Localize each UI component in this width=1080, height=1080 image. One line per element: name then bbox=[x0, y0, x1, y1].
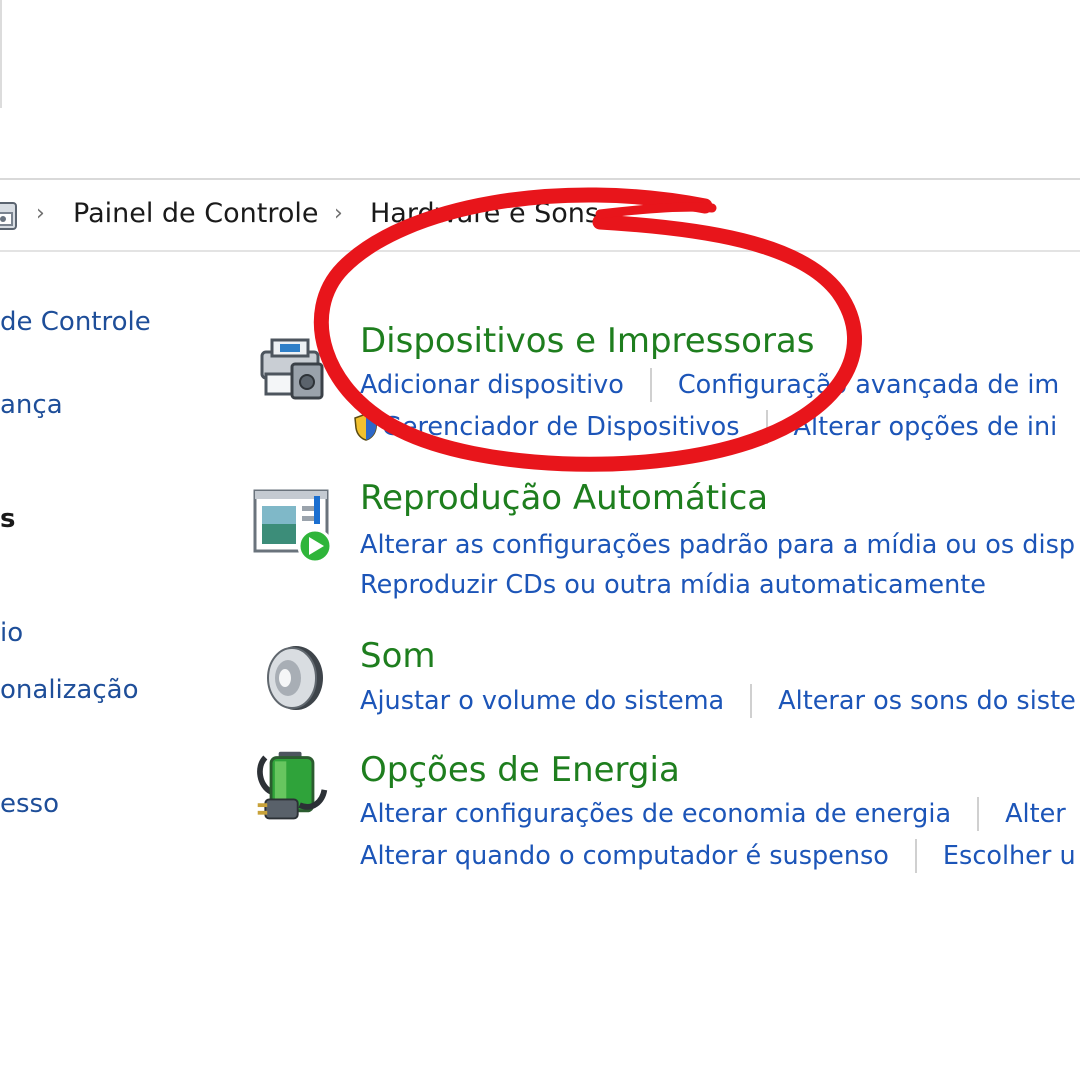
divider bbox=[977, 797, 980, 831]
control-panel-icon bbox=[0, 202, 17, 230]
divider bbox=[750, 684, 753, 718]
address-bar[interactable]: › Painel de Controle › Hardware e Sons › bbox=[0, 178, 1080, 252]
change-startup-options-link[interactable]: Alterar opções de ini bbox=[794, 412, 1058, 442]
task-row: Gerenciador de Dispositivos Alterar opçõe… bbox=[354, 410, 1058, 444]
autoplay-icon[interactable] bbox=[252, 486, 332, 566]
sidebar-item-ease-of-access[interactable]: esso bbox=[0, 789, 59, 819]
task-row: Alterar as configurações padrão para a m… bbox=[360, 529, 1075, 560]
divider bbox=[914, 839, 917, 873]
sidebar-item-control-panel-home[interactable]: de Controle bbox=[0, 307, 151, 337]
window-edge bbox=[0, 0, 2, 108]
sidebar-item-security[interactable]: ança bbox=[0, 390, 63, 420]
change-power-buttons-link[interactable]: Alter bbox=[1005, 799, 1066, 829]
category-title-devices-printers[interactable]: Dispositivos e Impressoras bbox=[360, 321, 814, 361]
play-cds-automatically-link[interactable]: Reproduzir CDs ou outra mídia automatica… bbox=[360, 570, 986, 600]
task-row: Adicionar dispositivo Configuração avança… bbox=[360, 368, 1059, 402]
category-title-autoplay[interactable]: Reprodução Automática bbox=[360, 478, 768, 518]
task-row: Reproduzir CDs ou outra mídia automatica… bbox=[360, 569, 986, 600]
sidebar-item-hardware-sounds[interactable]: s bbox=[0, 504, 15, 534]
breadcrumb-hardware-sounds[interactable]: Hardware e Sons bbox=[370, 198, 599, 229]
change-default-media-settings-link[interactable]: Alterar as configurações padrão para a m… bbox=[360, 530, 1075, 560]
shield-icon bbox=[354, 413, 378, 441]
choose-power-plan-link[interactable]: Escolher u bbox=[943, 841, 1076, 871]
task-row: Alterar quando o computador é suspenso Es… bbox=[360, 839, 1076, 873]
sidebar-item-personalization[interactable]: onalização bbox=[0, 675, 138, 705]
change-sleep-time-link[interactable]: Alterar quando o computador é suspenso bbox=[360, 841, 889, 871]
change-power-saving-settings-link[interactable]: Alterar configurações de economia de ene… bbox=[360, 799, 951, 829]
category-title-power-options[interactable]: Opções de Energia bbox=[360, 750, 680, 790]
breadcrumb-separator-icon: › bbox=[36, 201, 45, 226]
devices-printers-icon[interactable] bbox=[252, 330, 332, 410]
category-title-sound[interactable]: Som bbox=[360, 636, 436, 676]
divider bbox=[765, 410, 768, 444]
change-system-sounds-link[interactable]: Alterar os sons do siste bbox=[778, 686, 1076, 716]
divider bbox=[649, 368, 652, 402]
task-row: Alterar configurações de economia de ene… bbox=[360, 797, 1066, 831]
task-row: Ajustar o volume do sistema Alterar os so… bbox=[360, 684, 1076, 718]
device-manager-link[interactable]: Gerenciador de Dispositivos bbox=[382, 412, 740, 442]
battery-plug-icon[interactable] bbox=[252, 748, 332, 828]
breadcrumb-separator-icon[interactable]: › bbox=[334, 201, 343, 226]
speaker-icon[interactable] bbox=[252, 640, 332, 720]
breadcrumb-separator-icon[interactable]: › bbox=[608, 201, 617, 226]
window-top-area bbox=[0, 0, 1080, 178]
advanced-printer-setup-link[interactable]: Configuração avançada de im bbox=[678, 370, 1059, 400]
adjust-system-volume-link[interactable]: Ajustar o volume do sistema bbox=[360, 686, 724, 716]
add-device-link[interactable]: Adicionar dispositivo bbox=[360, 370, 624, 400]
breadcrumb-control-panel[interactable]: Painel de Controle bbox=[73, 198, 318, 229]
sidebar-item-clock-region[interactable]: io bbox=[0, 618, 23, 648]
